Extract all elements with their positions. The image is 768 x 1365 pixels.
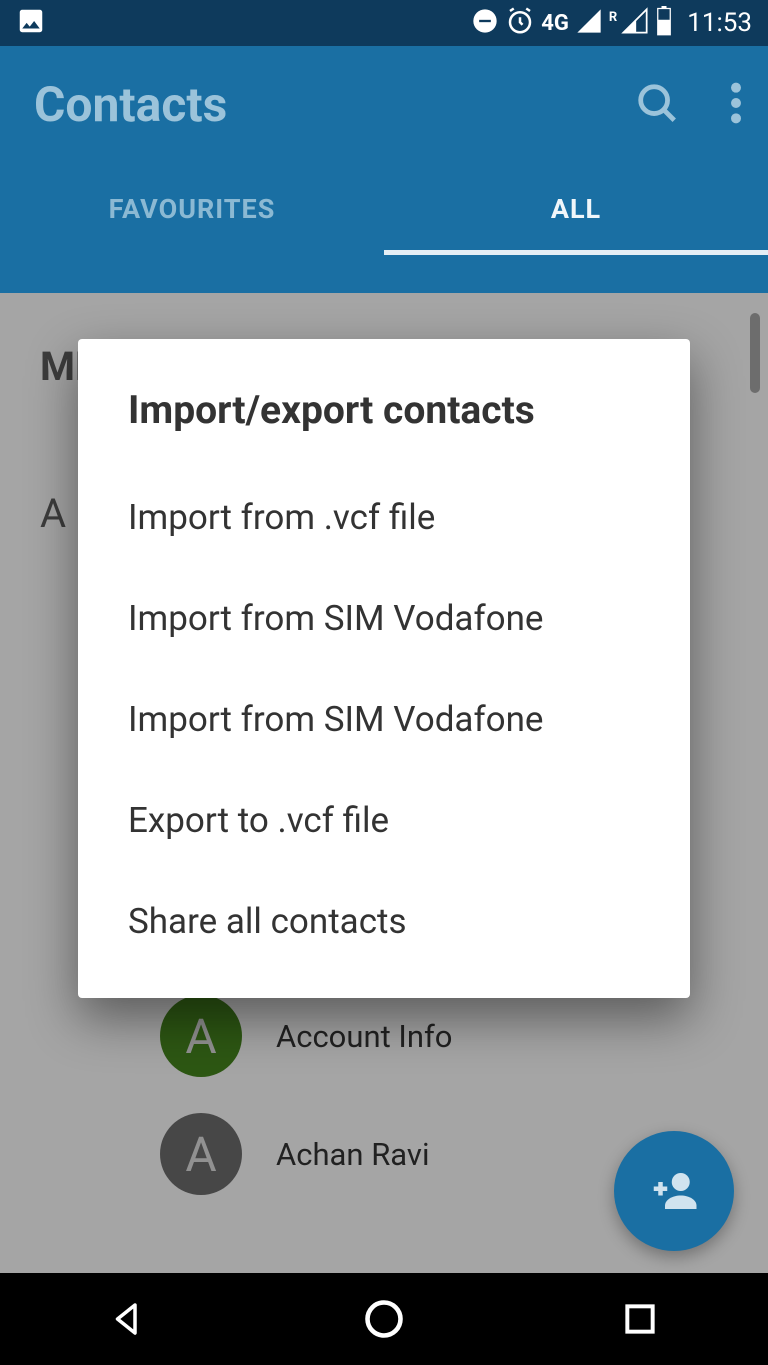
search-icon[interactable] xyxy=(634,80,680,130)
alarm-icon xyxy=(505,6,535,40)
signal-icon-1 xyxy=(575,7,603,39)
tab-all[interactable]: ALL xyxy=(384,163,768,255)
nav-bar xyxy=(0,1273,768,1365)
dialog-option-import-sim-1[interactable]: Import from SIM Vodafone xyxy=(78,568,690,669)
status-right: 4G R 11:53 xyxy=(471,6,752,40)
back-button[interactable] xyxy=(103,1294,153,1344)
add-contact-button[interactable] xyxy=(614,1131,734,1251)
home-button[interactable] xyxy=(359,1294,409,1344)
tab-favourites[interactable]: FAVOURITES xyxy=(0,163,384,255)
scrollbar[interactable] xyxy=(750,313,760,393)
more-icon[interactable] xyxy=(730,80,742,130)
app-bar: Contacts FAVOURITES ALL xyxy=(0,46,768,293)
dialog-title: Import/export contacts xyxy=(78,339,690,467)
recents-button[interactable] xyxy=(615,1294,665,1344)
app-title: Contacts xyxy=(34,76,227,133)
network-type: 4G xyxy=(541,11,569,36)
dnd-icon xyxy=(471,7,499,39)
clock: 11:53 xyxy=(687,8,752,38)
tab-all-label: ALL xyxy=(551,193,601,225)
status-left xyxy=(16,6,46,40)
dialog-option-import-vcf[interactable]: Import from .vcf file xyxy=(78,467,690,568)
picture-icon xyxy=(16,6,46,40)
status-bar: 4G R 11:53 xyxy=(0,0,768,46)
import-export-dialog: Import/export contacts Import from .vcf … xyxy=(78,339,690,998)
dialog-option-share-all[interactable]: Share all contacts xyxy=(78,871,690,972)
battery-icon xyxy=(655,6,673,40)
roaming-indicator: R xyxy=(609,10,617,25)
tab-favourites-label: FAVOURITES xyxy=(109,193,276,225)
dialog-option-import-sim-2[interactable]: Import from SIM Vodafone xyxy=(78,669,690,770)
tabs: FAVOURITES ALL xyxy=(0,163,768,255)
signal-icon-2 xyxy=(621,7,649,39)
dialog-option-export-vcf[interactable]: Export to .vcf file xyxy=(78,770,690,871)
